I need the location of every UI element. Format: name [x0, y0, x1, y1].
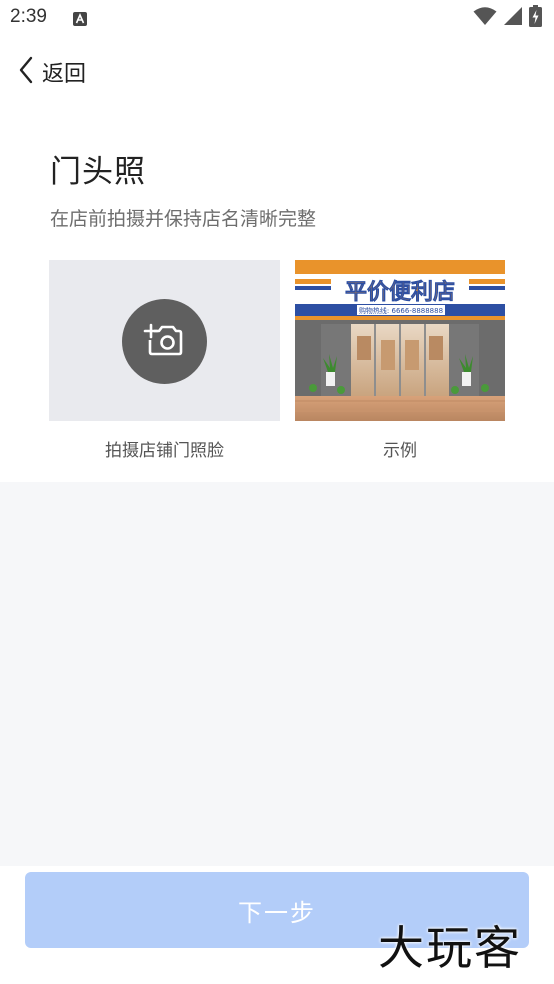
watermark: 大玩客: [378, 921, 522, 975]
example-storefront-image: 平价便利店 购物热线: 6666-8888888: [295, 260, 505, 421]
chevron-left-icon: [18, 56, 34, 88]
status-icons: [473, 5, 542, 31]
page-title: 门头照: [50, 154, 146, 190]
page-subtitle: 在店前拍摄并保持店名清晰完整: [50, 208, 317, 230]
signal-icon: [503, 6, 523, 30]
sign-hotline-text: 购物热线: 6666-8888888: [359, 306, 443, 315]
status-bar: 2:39: [0, 0, 554, 38]
upload-caption: 拍摄店铺门照脸: [105, 441, 224, 461]
back-button[interactable]: 返回: [18, 56, 86, 88]
wifi-icon: [473, 6, 497, 30]
back-label: 返回: [42, 62, 87, 87]
storefront-photo-upload[interactable]: [49, 260, 280, 421]
sign-main-text: 平价便利店: [345, 280, 455, 305]
text-a-icon: [73, 11, 87, 26]
status-time: 2:39: [10, 6, 47, 27]
example-caption: 示例: [383, 441, 417, 461]
add-photo-camera-icon: [143, 323, 183, 356]
battery-charging-icon: [529, 5, 542, 31]
next-step-label: 下一步: [238, 898, 316, 927]
camera-button[interactable]: [122, 299, 207, 384]
content-card: 返回 门头照 在店前拍摄并保持店名清晰完整 拍摄店铺门照脸 平价便利店 购物热线…: [0, 38, 554, 482]
